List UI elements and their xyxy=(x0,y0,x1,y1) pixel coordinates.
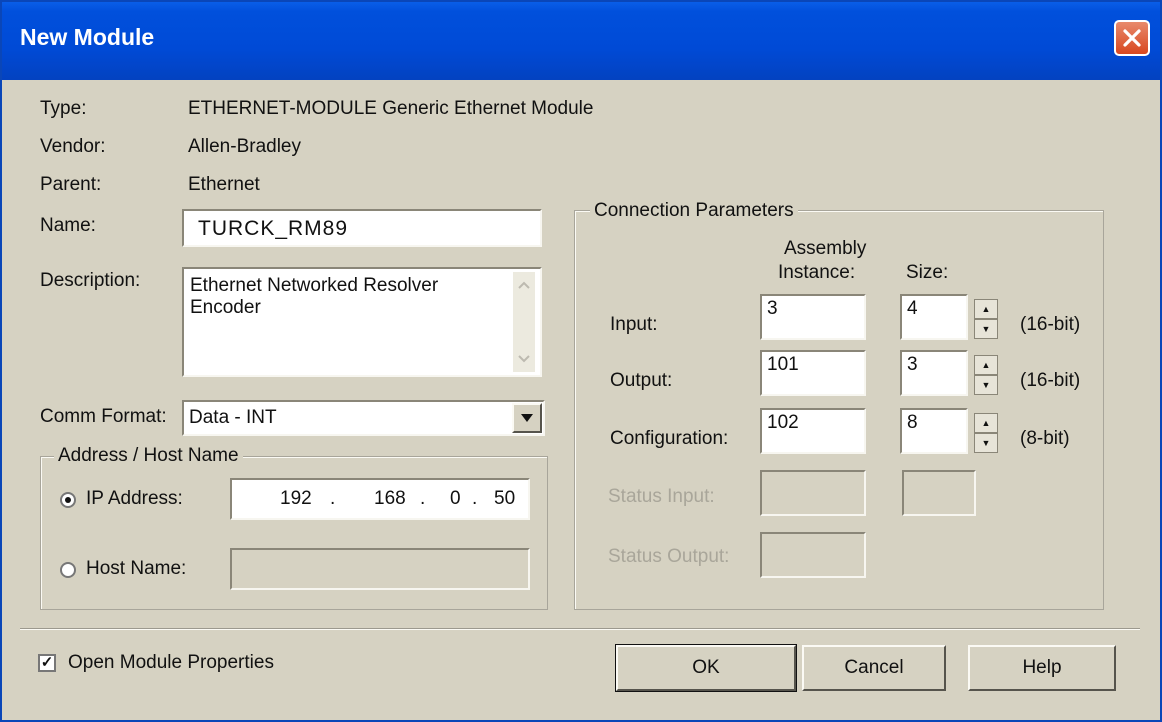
help-button[interactable]: Help xyxy=(968,645,1116,691)
host-name-field[interactable] xyxy=(230,548,530,590)
comm-format-label: Comm Format: xyxy=(40,406,167,427)
ip-octet-1: 192 xyxy=(280,488,312,509)
help-button-label: Help xyxy=(1022,657,1062,678)
input-instance-field[interactable]: 3 xyxy=(760,294,866,340)
parent-label: Parent: xyxy=(40,174,102,195)
scroll-down-icon xyxy=(518,355,530,363)
ok-button-label: OK xyxy=(692,657,720,678)
status-output-label: Status Output: xyxy=(608,546,730,567)
status-input-field[interactable] xyxy=(760,470,866,516)
assembly-header-1: Assembly xyxy=(784,238,867,259)
host-name-label: Host Name: xyxy=(86,558,187,579)
description-label: Description: xyxy=(40,270,141,291)
chevron-down-icon[interactable]: ▼ xyxy=(974,433,998,453)
assembly-header-2: Instance: xyxy=(778,262,856,283)
new-module-dialog: New Module Type: ETHERNET-MODULE Generic… xyxy=(0,0,1162,722)
output-instance-field[interactable]: 101 xyxy=(760,350,866,396)
configuration-size-spinner[interactable]: ▲ ▼ xyxy=(974,413,998,453)
chevron-down-icon[interactable]: ▼ xyxy=(974,319,998,339)
input-unit: (16-bit) xyxy=(1020,314,1081,335)
ip-octet-4: 50 xyxy=(494,488,516,509)
vendor-label: Vendor: xyxy=(40,136,106,157)
open-module-properties-label: Open Module Properties xyxy=(68,652,274,673)
parent-value: Ethernet xyxy=(188,174,260,195)
comm-format-select[interactable]: Data - INT xyxy=(182,400,545,436)
chevron-down-icon[interactable]: ▼ xyxy=(974,375,998,395)
status-input-size-field[interactable] xyxy=(902,470,976,516)
ok-button[interactable]: OK xyxy=(615,644,797,692)
title-bar[interactable]: New Module xyxy=(2,2,1160,80)
footer-divider xyxy=(20,628,1140,630)
status-input-label: Status Input: xyxy=(608,486,715,507)
close-button[interactable] xyxy=(1114,20,1150,56)
type-label: Type: xyxy=(40,98,87,119)
host-name-radio[interactable] xyxy=(60,562,76,578)
chevron-up-icon[interactable]: ▲ xyxy=(974,413,998,433)
comm-format-value: Data - INT xyxy=(189,407,277,428)
window-title: New Module xyxy=(20,24,155,50)
ip-dot-2: . xyxy=(420,488,426,509)
ip-dot-3: . xyxy=(472,488,478,509)
status-output-field[interactable] xyxy=(760,532,866,578)
description-field[interactable]: Ethernet Networked Resolver Encoder xyxy=(182,267,542,377)
scroll-up-icon xyxy=(518,281,530,289)
description-line-1: Ethernet Networked Resolver xyxy=(190,275,439,296)
configuration-size-field[interactable]: 8 xyxy=(900,408,968,454)
configuration-unit: (8-bit) xyxy=(1020,428,1070,449)
type-value: ETHERNET-MODULE Generic Ethernet Module xyxy=(188,98,594,119)
input-label: Input: xyxy=(610,314,658,335)
input-size-spinner[interactable]: ▲ ▼ xyxy=(974,299,998,339)
description-line-2: Encoder xyxy=(190,297,261,318)
vendor-value: Allen-Bradley xyxy=(188,136,301,157)
close-icon xyxy=(1123,29,1141,47)
ip-address-field[interactable]: 192 . 168 . 0 . 50 xyxy=(230,478,530,520)
description-scrollbar[interactable] xyxy=(513,272,535,372)
output-size-field[interactable]: 3 xyxy=(900,350,968,396)
name-field[interactable]: TURCK_RM89 xyxy=(182,209,542,247)
chevron-down-icon xyxy=(521,414,533,422)
output-label: Output: xyxy=(610,370,673,391)
cancel-button-label: Cancel xyxy=(844,657,904,678)
size-header: Size: xyxy=(906,262,949,283)
output-unit: (16-bit) xyxy=(1020,370,1081,391)
chevron-up-icon[interactable]: ▲ xyxy=(974,355,998,375)
input-size-field[interactable]: 4 xyxy=(900,294,968,340)
cancel-button[interactable]: Cancel xyxy=(802,645,946,691)
ip-address-radio[interactable] xyxy=(60,492,76,508)
output-size-spinner[interactable]: ▲ ▼ xyxy=(974,355,998,395)
ip-octet-2: 168 xyxy=(374,488,406,509)
address-group-legend: Address / Host Name xyxy=(54,445,243,467)
ip-address-label: IP Address: xyxy=(86,488,183,509)
ip-octet-3: 0 xyxy=(450,488,461,509)
chevron-up-icon[interactable]: ▲ xyxy=(974,299,998,319)
connection-parameters-legend: Connection Parameters xyxy=(590,200,798,222)
name-label: Name: xyxy=(40,215,96,236)
configuration-instance-field[interactable]: 102 xyxy=(760,408,866,454)
ip-dot-1: . xyxy=(330,488,336,509)
configuration-label: Configuration: xyxy=(610,428,729,449)
open-module-properties-checkbox[interactable]: ✓ xyxy=(38,654,56,672)
comm-format-dropdown-button[interactable] xyxy=(512,403,542,433)
